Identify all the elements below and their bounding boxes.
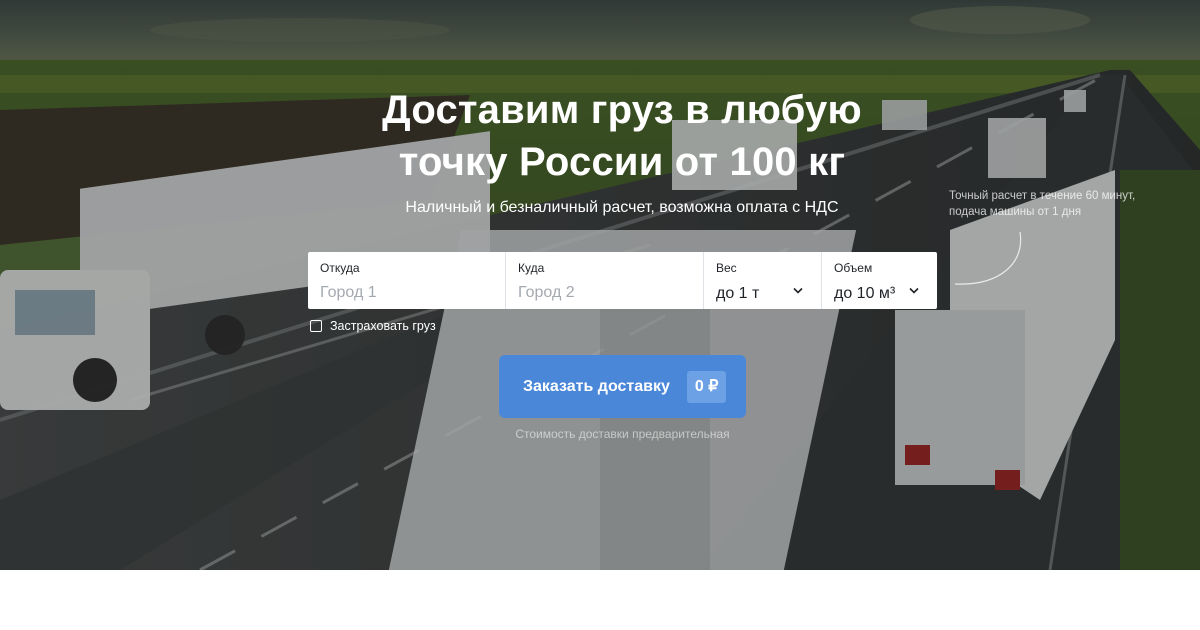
curved-arrow-icon	[954, 231, 1022, 285]
volume-label: Объем	[834, 261, 873, 275]
to-city-input[interactable]	[518, 284, 688, 302]
insure-cargo-label: Застраховать груз	[330, 319, 436, 333]
hero-subtitle: Наличный и безналичный расчет, возможна …	[405, 199, 839, 216]
order-button-label: Заказать доставку	[523, 377, 670, 395]
volume-select[interactable]: Объем до 10 м³	[822, 252, 937, 309]
order-delivery-button[interactable]: Заказать доставку 0 ₽	[499, 355, 746, 418]
to-label: Куда	[518, 261, 545, 275]
chevron-down-icon	[793, 287, 803, 294]
insure-cargo-checkbox[interactable]: Застраховать груз	[310, 319, 436, 333]
hero-title-line-2: точку России от 100 кг	[398, 140, 846, 184]
delivery-form: Откуда Куда Вес до 1 т Объем до 10 м³	[308, 252, 937, 309]
weight-label: Вес	[716, 261, 737, 275]
chevron-down-icon	[909, 287, 919, 294]
hero-title: Доставим груз в любую точку России от 10…	[300, 84, 944, 188]
weight-select[interactable]: Вес до 1 т	[704, 252, 822, 309]
hero-section: Доставим груз в любую точку России от 10…	[0, 0, 1200, 570]
from-label: Откуда	[320, 261, 360, 275]
price-hint: Стоимость доставки предварительная	[515, 427, 730, 441]
calculation-note: Точный расчет в течение 60 минут, подача…	[949, 190, 1136, 218]
from-field[interactable]: Откуда	[308, 252, 506, 309]
from-city-input[interactable]	[320, 284, 490, 302]
price-badge: 0 ₽	[686, 370, 727, 403]
hero-title-line-1: Доставим груз в любую	[382, 88, 862, 132]
to-field[interactable]: Куда	[506, 252, 704, 309]
checkbox-icon[interactable]	[310, 320, 322, 332]
